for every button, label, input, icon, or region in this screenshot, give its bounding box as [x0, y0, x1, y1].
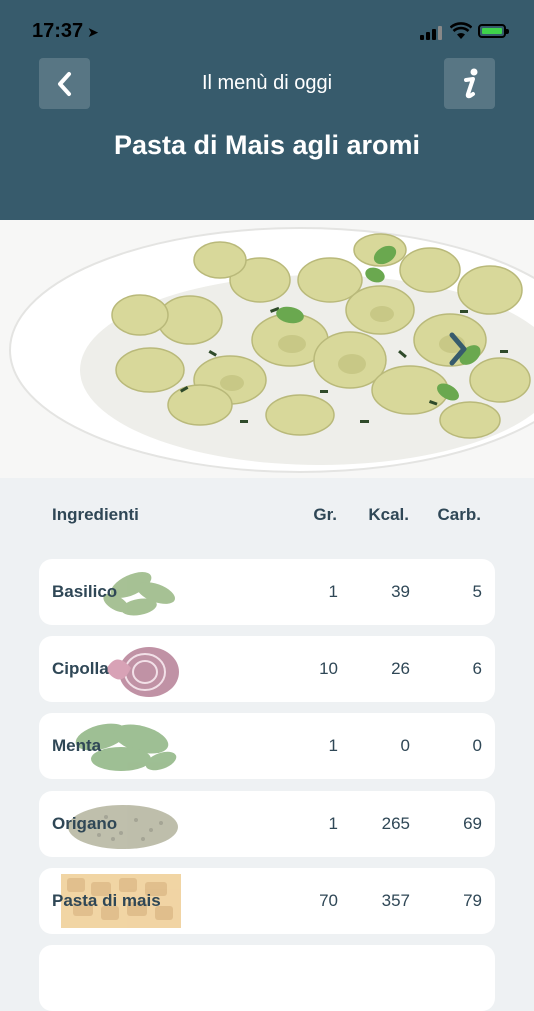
info-button[interactable]: [444, 58, 495, 109]
ingredient-grams: 10: [319, 659, 338, 678]
column-header-kcal: Kcal.: [368, 505, 409, 524]
ingredient-grams: 1: [328, 582, 338, 601]
ingredient-grams: 70: [319, 891, 338, 910]
column-header-grams: Gr.: [313, 505, 337, 524]
ingredient-grams: 1: [328, 814, 338, 833]
location-arrow-icon: ➤: [87, 24, 99, 40]
status-bar: 17:37 ➤: [0, 0, 534, 60]
ingredient-row-menta[interactable]: Menta 1 0 0: [39, 713, 495, 779]
ingredient-row-pasta-di-mais[interactable]: Pasta di mais 70 357 79: [39, 868, 495, 934]
ingredient-carbs: 79: [463, 891, 482, 910]
status-time-text: 17:37: [32, 20, 84, 42]
ingredient-kcal: 0: [400, 736, 410, 755]
ingredients-table-header: Ingredienti Gr. Kcal. Carb.: [0, 505, 534, 529]
ingredient-carbs: 6: [472, 659, 482, 678]
ingredient-carbs: 5: [472, 582, 482, 601]
ingredient-kcal: 357: [381, 891, 410, 910]
ingredient-name: Pasta di mais: [52, 891, 161, 910]
ingredient-kcal: 265: [381, 814, 410, 833]
ingredient-carbs: 69: [463, 814, 482, 833]
ingredient-row-origano[interactable]: Origano 1 265 69: [39, 791, 495, 857]
ingredient-row-partial[interactable]: [39, 945, 495, 1011]
ingredient-row-cipolla[interactable]: Cipolla 10 26 6: [39, 636, 495, 702]
ingredient-name: Basilico: [52, 582, 118, 601]
ingredient-grams: 1: [328, 736, 338, 755]
ingredient-name: Cipolla: [52, 659, 109, 678]
app-header: 17:37 ➤ Il menù di oggi Pasta di Mais agl…: [0, 0, 534, 220]
battery-icon: [478, 24, 509, 38]
next-photo-button[interactable]: [438, 324, 478, 374]
column-header-ingredients: Ingredienti: [52, 505, 139, 524]
ingredient-row-basilico[interactable]: Basilico 1 39 5: [39, 559, 495, 625]
ingredient-carbs: 0: [472, 736, 482, 755]
dish-photo: [0, 220, 534, 478]
ingredient-name: Origano: [52, 814, 118, 833]
ingredient-kcal: 39: [391, 582, 410, 601]
status-time: 17:37 ➤: [32, 20, 99, 43]
column-header-carbs: Carb.: [437, 505, 481, 524]
chevron-right-icon: [449, 332, 467, 366]
cellular-signal-icon: [420, 24, 442, 40]
ingredient-kcal: 26: [391, 659, 410, 678]
ingredient-name: Menta: [52, 736, 102, 755]
dish-title: Pasta di Mais agli aromi: [113, 130, 421, 160]
info-icon: [463, 68, 477, 98]
wifi-icon: [450, 22, 472, 39]
